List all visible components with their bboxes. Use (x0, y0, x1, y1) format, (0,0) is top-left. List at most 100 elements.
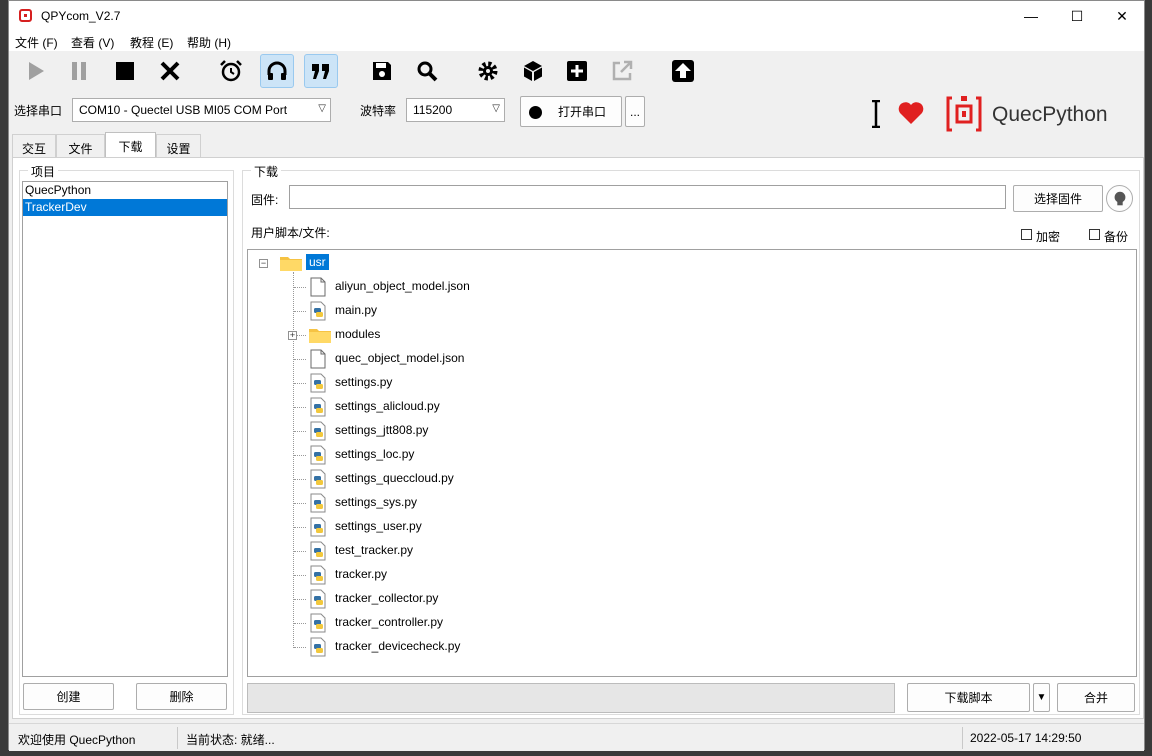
play-icon[interactable] (18, 54, 52, 88)
tree-guide-line (294, 551, 306, 552)
file-icon (308, 349, 328, 369)
window-title: QPYcom_V2.7 (41, 9, 121, 23)
tree-guide-line (294, 287, 306, 288)
list-item[interactable]: TrackerDev (23, 199, 227, 216)
file-tree[interactable]: − usr aliyun_object_model.json main.py + mo… (247, 249, 1137, 677)
plus-square-icon[interactable] (560, 54, 594, 88)
python-file-icon (308, 397, 328, 417)
tree-file-row[interactable]: aliyun_object_model.json (248, 275, 1136, 299)
gear-icon[interactable] (471, 54, 505, 88)
menu-help[interactable]: 帮助 (H) (187, 34, 231, 51)
expand-icon[interactable]: + (288, 331, 297, 340)
dropdown-arrow-icon[interactable]: ▼ (1033, 683, 1050, 712)
tree-guide-line (294, 407, 306, 408)
choose-firmware-button[interactable]: 选择固件 (1013, 185, 1103, 212)
firmware-field[interactable] (289, 185, 1006, 209)
baud-label: 波特率 (360, 104, 397, 118)
folder-icon (308, 325, 331, 345)
menu-tutorial[interactable]: 教程 (E) (130, 34, 173, 51)
projects-group-title: 项目 (28, 163, 59, 180)
tree-file-row[interactable]: settings_user.py (248, 515, 1136, 539)
status-welcome: 欢迎使用 QuecPython (18, 733, 136, 747)
tree-file-label: tracker_collector.py (335, 591, 439, 605)
python-file-icon (308, 541, 328, 561)
project-list[interactable]: QuecPython TrackerDev (22, 181, 228, 677)
headset-icon[interactable] (260, 54, 294, 88)
tree-guide-line (294, 527, 306, 528)
minimize-button[interactable]: — (1008, 1, 1054, 31)
tree-file-row[interactable]: tracker_controller.py (248, 611, 1136, 635)
status-divider (962, 727, 963, 749)
tree-guide-line (294, 575, 306, 576)
floppy-save-icon[interactable] (365, 54, 399, 88)
menu-file[interactable]: 文件 (F) (15, 34, 58, 51)
delete-button[interactable]: 删除 (136, 683, 227, 710)
tree-file-row[interactable]: + modules (248, 323, 1136, 347)
tab-settings[interactable]: 设置 (156, 134, 201, 157)
tree-file-label: tracker_devicecheck.py (335, 639, 461, 653)
merge-button[interactable]: 合并 (1057, 683, 1135, 712)
text-cursor-icon (871, 99, 881, 129)
tree-file-label: settings_queccloud.py (335, 471, 454, 485)
tree-file-row[interactable]: tracker_collector.py (248, 587, 1136, 611)
alarm-clock-icon[interactable] (214, 54, 248, 88)
status-state: 当前状态: 就绪... (186, 733, 275, 747)
open-port-button[interactable]: 打开串口 (520, 96, 622, 127)
create-button[interactable]: 创建 (23, 683, 114, 710)
download-script-button[interactable]: 下载脚本 (907, 683, 1030, 712)
tree-file-row[interactable]: settings.py (248, 371, 1136, 395)
tree-file-label: settings_jtt808.py (335, 423, 429, 437)
tree-guide-line (294, 503, 306, 504)
pause-icon[interactable] (62, 54, 96, 88)
maximize-button[interactable]: ☐ (1054, 1, 1100, 31)
tab-interactive[interactable]: 交互 (12, 134, 56, 157)
tree-file-label: settings_alicloud.py (335, 399, 440, 413)
tree-file-row[interactable]: settings_alicloud.py (248, 395, 1136, 419)
open-port-label: 打开串口 (557, 105, 606, 119)
tree-file-label: settings_loc.py (335, 447, 415, 461)
python-file-icon (308, 613, 328, 633)
download-panel: 项目 QuecPython TrackerDev 创建 删除 下载 固件: 选择… (12, 157, 1144, 719)
status-bar: 欢迎使用 QuecPython 当前状态: 就绪... 2022-05-17 1… (9, 723, 1144, 751)
lightbulb-icon[interactable] (1106, 185, 1133, 212)
magnifier-icon[interactable] (410, 54, 444, 88)
tree-file-row[interactable]: tracker_devicecheck.py (248, 635, 1136, 659)
external-link-icon[interactable] (605, 54, 639, 88)
tree-file-row[interactable]: settings_sys.py (248, 491, 1136, 515)
tree-file-row[interactable]: test_tracker.py (248, 539, 1136, 563)
upload-arrow-icon[interactable] (666, 54, 700, 88)
python-file-icon (308, 469, 328, 489)
baud-select[interactable]: 115200 ▽ (406, 98, 505, 122)
tree-root-row[interactable]: − usr (248, 251, 1136, 275)
firmware-label: 固件: (251, 193, 279, 207)
close-x-icon[interactable] (153, 54, 187, 88)
close-button[interactable]: ✕ (1099, 1, 1145, 31)
collapse-icon[interactable]: − (259, 259, 268, 268)
tree-root-label[interactable]: usr (306, 254, 329, 270)
port-label: 选择串口 (14, 104, 63, 118)
stop-icon[interactable] (108, 54, 142, 88)
tree-file-row[interactable]: settings_jtt808.py (248, 419, 1136, 443)
baud-value: 115200 (413, 103, 453, 117)
list-item[interactable]: QuecPython (23, 182, 227, 199)
tree-file-label: settings_sys.py (335, 495, 418, 509)
menu-view[interactable]: 查看 (V) (71, 34, 114, 51)
more-button[interactable]: ... (625, 96, 645, 127)
backup-checkbox[interactable] (1089, 229, 1100, 240)
quote-icon[interactable] (304, 54, 338, 88)
tree-file-row[interactable]: main.py (248, 299, 1136, 323)
python-file-icon (308, 445, 328, 465)
encrypt-checkbox[interactable] (1021, 229, 1032, 240)
tab-download[interactable]: 下载 (105, 132, 156, 158)
tree-file-row[interactable]: settings_queccloud.py (248, 467, 1136, 491)
tab-file[interactable]: 文件 (56, 134, 105, 157)
tree-guide-line (294, 455, 306, 456)
tree-file-row[interactable]: quec_object_model.json (248, 347, 1136, 371)
port-select[interactable]: COM10 - Quectel USB MI05 COM Port ▽ (72, 98, 331, 122)
quecpython-logo-icon (944, 95, 984, 133)
cube-icon[interactable] (516, 54, 550, 88)
tree-file-row[interactable]: tracker.py (248, 563, 1136, 587)
chevron-down-icon: ▽ (492, 103, 500, 114)
tree-file-row[interactable]: settings_loc.py (248, 443, 1136, 467)
menu-bar: 文件 (F) 查看 (V) 教程 (E) 帮助 (H) (9, 31, 1144, 51)
